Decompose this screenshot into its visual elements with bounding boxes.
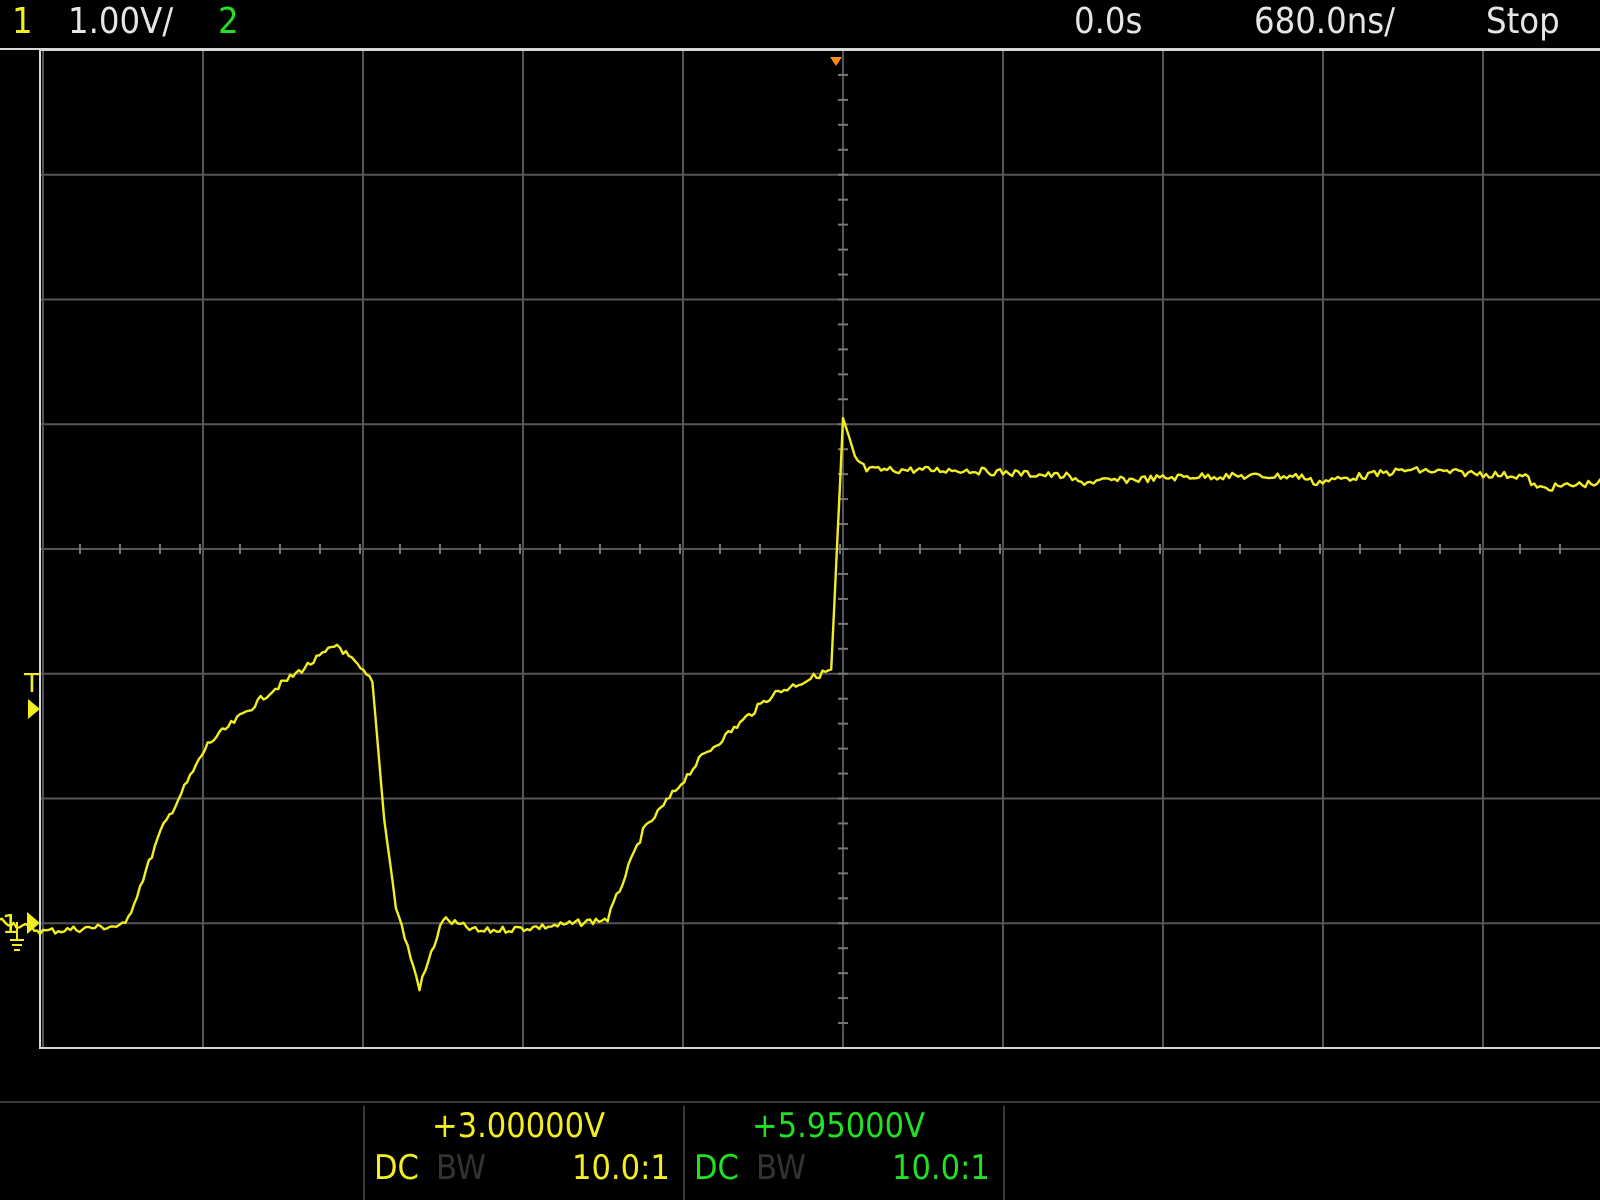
channel-1-waveform <box>0 417 1600 992</box>
trigger-position-marker[interactable] <box>830 57 842 66</box>
channel-2-coupling: DC <box>694 1148 739 1188</box>
channel-1-offset: +3.00000V <box>432 1106 606 1146</box>
status-bar: 1 1.00V/ 2 0.0s 680.0ns/ Stop <box>0 0 1600 50</box>
channel-2-number[interactable]: 2 <box>218 2 239 42</box>
graticule <box>40 50 1600 1048</box>
trigger-level-marker-icon[interactable] <box>28 699 40 719</box>
panel-separator-mid <box>683 1106 685 1200</box>
panel-separator-right <box>1003 1106 1005 1200</box>
panel-divider <box>0 1101 1600 1103</box>
trigger-level-label: T <box>23 669 40 699</box>
channel-1-probe: 10.0:1 <box>572 1148 670 1188</box>
channel-1-bw-limit: BW <box>436 1148 487 1188</box>
status-bar-divider <box>0 48 1600 50</box>
channel-2-bw-limit: BW <box>756 1148 807 1188</box>
channel-2-probe: 10.0:1 <box>892 1148 990 1188</box>
timebase-scale[interactable]: 680.0ns/ <box>1254 2 1395 42</box>
channel-1-scale[interactable]: 1.00V/ <box>68 2 173 42</box>
trigger-delay[interactable]: 0.0s <box>1074 2 1142 42</box>
channel-1-coupling: DC <box>374 1148 419 1188</box>
channel-2-offset: +5.95000V <box>752 1106 926 1146</box>
oscilloscope-display: T 1 <box>0 49 1600 1049</box>
run-state[interactable]: Stop <box>1486 2 1560 42</box>
channel-1-number[interactable]: 1 <box>12 2 33 42</box>
panel-separator-left <box>363 1106 365 1200</box>
